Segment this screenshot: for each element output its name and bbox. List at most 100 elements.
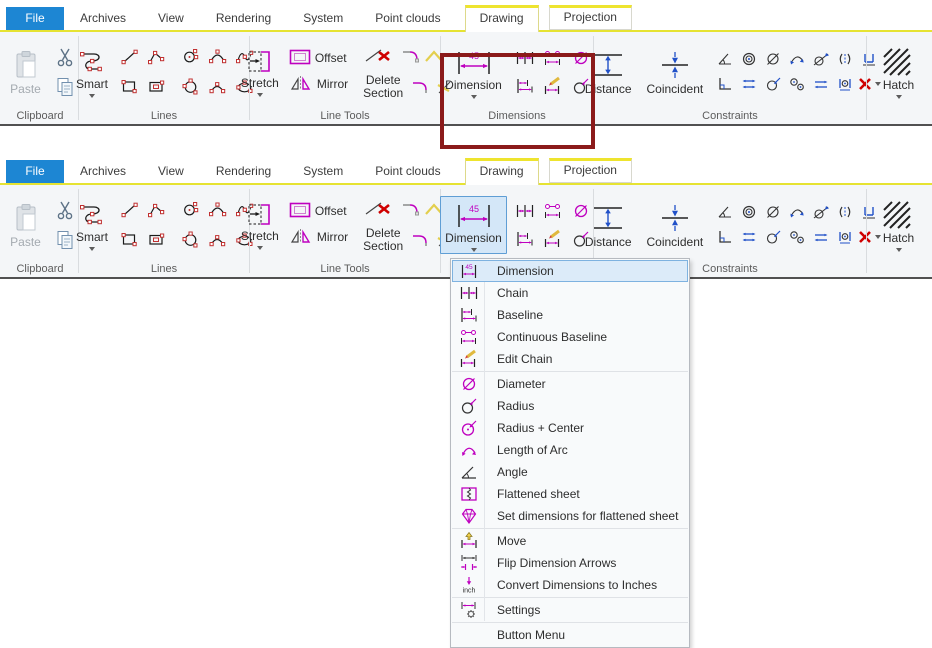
menu-item-settings[interactable]: Settings xyxy=(452,599,688,621)
baseline-icon[interactable] xyxy=(513,74,537,98)
tab-view[interactable]: View xyxy=(142,7,200,30)
tab-point-clouds[interactable]: Point clouds xyxy=(359,160,456,183)
symmetric-constraint-icon[interactable] xyxy=(833,200,857,224)
fix-constraint-icon[interactable] xyxy=(833,72,857,96)
tab-drawing[interactable]: Drawing xyxy=(465,5,539,32)
angle-constraint-icon[interactable] xyxy=(713,47,737,71)
hatch-button[interactable]: Hatch xyxy=(877,43,921,101)
offset-button[interactable]: Offset xyxy=(289,202,348,221)
fillet-2-icon[interactable] xyxy=(411,75,431,99)
smart-button[interactable]: Smart xyxy=(71,197,113,253)
stretch-button[interactable]: Stretch xyxy=(236,44,284,99)
right-angle-constraint-icon[interactable] xyxy=(713,225,737,249)
menu-item-baseline[interactable]: Baseline xyxy=(452,304,688,326)
tab-system[interactable]: System xyxy=(287,160,359,183)
delete-section-label[interactable]: Delete Section xyxy=(358,227,408,253)
rectangle-icon[interactable] xyxy=(118,75,142,99)
arc-length-constraint-icon[interactable] xyxy=(785,47,809,71)
hatch-button[interactable]: Hatch xyxy=(877,196,921,254)
tangent-constraint-icon[interactable] xyxy=(809,200,833,224)
tab-projection[interactable]: Projection xyxy=(549,158,632,183)
equal-circles-constraint-icon[interactable] xyxy=(785,225,809,249)
horizontal-constraint-icon[interactable] xyxy=(809,72,833,96)
chain-icon[interactable] xyxy=(513,199,537,223)
delete-section-label[interactable]: Delete Section xyxy=(358,74,408,100)
tab-view[interactable]: View xyxy=(142,160,200,183)
diameter-constraint-icon[interactable] xyxy=(761,200,785,224)
rectangle-2-icon[interactable] xyxy=(145,75,169,99)
equal-circles-constraint-icon[interactable] xyxy=(785,72,809,96)
mirror-button[interactable]: Mirror xyxy=(289,74,348,95)
right-angle-constraint-icon[interactable] xyxy=(713,72,737,96)
symmetric-constraint-icon[interactable] xyxy=(833,47,857,71)
menu-item-radius-center[interactable]: Radius + Center xyxy=(452,417,688,439)
tab-drawing[interactable]: Drawing xyxy=(465,158,539,185)
tab-file[interactable]: File xyxy=(6,7,64,30)
menu-item-set-dimensions-for-flattened-sheet[interactable]: Set dimensions for flattened sheet xyxy=(452,505,688,527)
tab-archives[interactable]: Archives xyxy=(64,7,142,30)
stretch-button[interactable]: Stretch xyxy=(236,197,284,252)
circle-center-icon[interactable] xyxy=(179,45,203,69)
menu-item-dimension[interactable]: 45Dimension xyxy=(452,260,688,282)
dimension-button[interactable]: 45 Dimension xyxy=(440,196,507,254)
menu-item-chain[interactable]: Chain xyxy=(452,282,688,304)
fillet-icon[interactable] xyxy=(401,44,421,68)
continuous-baseline-icon[interactable] xyxy=(541,199,565,223)
menu-item-diameter[interactable]: Diameter xyxy=(452,373,688,395)
tab-file[interactable]: File xyxy=(6,160,64,183)
fillet-2-icon[interactable] xyxy=(411,228,431,252)
offset-button[interactable]: Offset xyxy=(289,49,348,68)
distance-button[interactable]: Distance xyxy=(580,45,637,98)
line-icon[interactable] xyxy=(118,45,142,69)
menu-item-radius[interactable]: Radius xyxy=(452,395,688,417)
menu-item-convert-dimensions-to-inches[interactable]: inchConvert Dimensions to Inches xyxy=(452,574,688,596)
rectangle-2-icon[interactable] xyxy=(145,228,169,252)
menu-item-continuous-baseline[interactable]: Continuous Baseline xyxy=(452,326,688,348)
arc-icon[interactable] xyxy=(206,75,230,99)
arc-length-constraint-icon[interactable] xyxy=(785,200,809,224)
smart-button[interactable]: Smart xyxy=(71,44,113,100)
chain-icon[interactable] xyxy=(513,46,537,70)
tab-rendering[interactable]: Rendering xyxy=(200,160,287,183)
polyline-icon[interactable] xyxy=(145,198,169,222)
arc-icon[interactable] xyxy=(206,228,230,252)
tab-system[interactable]: System xyxy=(287,7,359,30)
menu-item-angle[interactable]: Angle xyxy=(452,461,688,483)
coincident-button[interactable]: Coincident xyxy=(642,45,709,98)
arc-3-point-icon[interactable] xyxy=(206,45,230,69)
edit-chain-icon[interactable] xyxy=(541,227,565,251)
equal-constraint-icon[interactable] xyxy=(737,225,761,249)
menu-item-flattened-sheet[interactable]: Flattened sheet xyxy=(452,483,688,505)
circle-center-icon[interactable] xyxy=(179,198,203,222)
delete-section-icon[interactable] xyxy=(358,197,398,221)
tangent-constraint-icon[interactable] xyxy=(809,47,833,71)
diameter-constraint-icon[interactable] xyxy=(761,47,785,71)
menu-item-button-menu[interactable]: Button Menu xyxy=(452,624,688,646)
tab-archives[interactable]: Archives xyxy=(64,160,142,183)
baseline-icon[interactable] xyxy=(513,227,537,251)
radius-constraint-icon[interactable] xyxy=(761,72,785,96)
dimension-button[interactable]: 45 Dimension xyxy=(440,43,507,101)
line-icon[interactable] xyxy=(118,198,142,222)
arc-3-point-icon[interactable] xyxy=(206,198,230,222)
paste-button[interactable]: Paste xyxy=(4,45,48,98)
mirror-button[interactable]: Mirror xyxy=(289,227,348,248)
horizontal-constraint-icon[interactable] xyxy=(809,225,833,249)
tab-rendering[interactable]: Rendering xyxy=(200,7,287,30)
menu-item-flip-dimension-arrows[interactable]: Flip Dimension Arrows xyxy=(452,552,688,574)
circle-3-point-icon[interactable] xyxy=(179,75,203,99)
angle-constraint-icon[interactable] xyxy=(713,200,737,224)
delete-section-icon[interactable] xyxy=(358,44,398,68)
circle-3-point-icon[interactable] xyxy=(179,228,203,252)
continuous-baseline-icon[interactable] xyxy=(541,46,565,70)
equal-constraint-icon[interactable] xyxy=(737,72,761,96)
radius-constraint-icon[interactable] xyxy=(761,225,785,249)
edit-chain-icon[interactable] xyxy=(541,74,565,98)
coincident-button[interactable]: Coincident xyxy=(642,198,709,251)
tab-projection[interactable]: Projection xyxy=(549,5,632,30)
concentric-constraint-icon[interactable] xyxy=(737,47,761,71)
fillet-icon[interactable] xyxy=(401,197,421,221)
menu-item-move[interactable]: Move xyxy=(452,530,688,552)
menu-item-edit-chain[interactable]: Edit Chain xyxy=(452,348,688,370)
fix-constraint-icon[interactable] xyxy=(833,225,857,249)
